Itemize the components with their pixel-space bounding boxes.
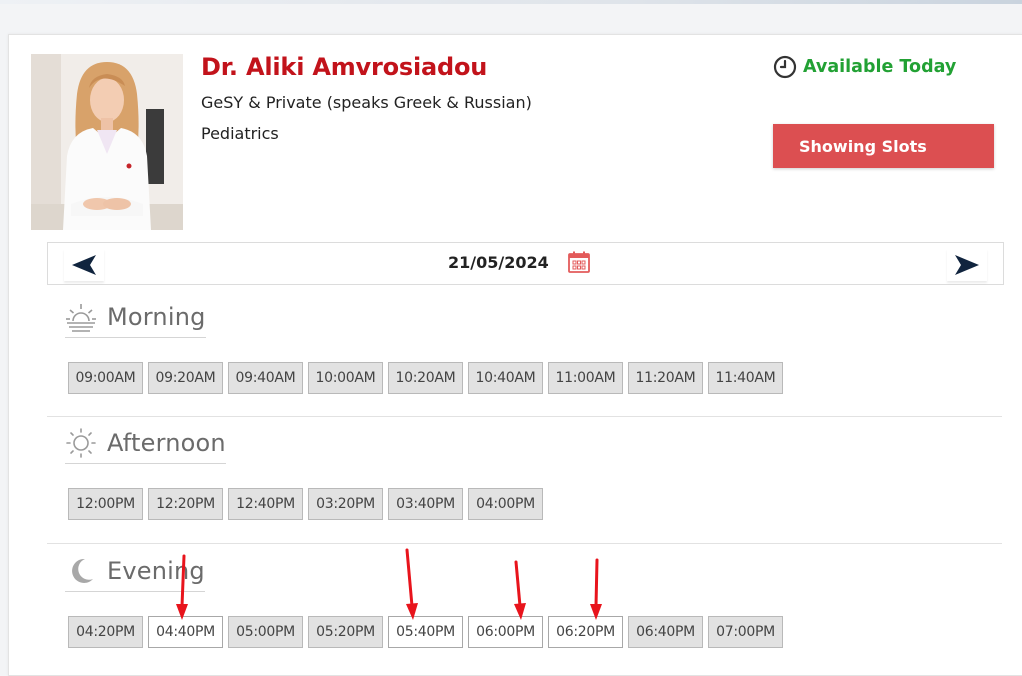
time-slot[interactable]: 04:40PM [148,616,223,648]
top-banner-strip [0,0,1022,4]
time-slot[interactable]: 09:00AM [68,362,143,394]
time-slot[interactable]: 06:00PM [468,616,543,648]
availability-status: Available Today [773,55,956,79]
time-slot[interactable]: 09:40AM [228,362,303,394]
section-divider [47,543,1002,544]
time-slot[interactable]: 06:40PM [628,616,703,648]
afternoon-slots: 12:00PM 12:20PM 12:40PM 03:20PM 03:40PM … [68,488,543,520]
afternoon-header: Afternoon [65,427,226,464]
date-navigator: 21/05/2024 [47,242,1004,285]
sun-icon [66,428,96,458]
time-slot[interactable]: 12:40PM [228,488,303,520]
time-slot[interactable]: 12:00PM [68,488,143,520]
time-slot[interactable]: 05:00PM [228,616,303,648]
time-slot[interactable]: 05:20PM [308,616,383,648]
evening-slots: 04:20PM 04:40PM 05:00PM 05:20PM 05:40PM … [68,616,783,648]
time-slot[interactable]: 05:40PM [388,616,463,648]
sunrise-icon [66,304,96,332]
availability-label: Available Today [803,57,957,77]
time-slot[interactable]: 03:20PM [308,488,383,520]
time-slot[interactable]: 03:40PM [388,488,463,520]
time-slot[interactable]: 10:00AM [308,362,383,394]
moon-icon [72,558,93,583]
doctor-insurance: GeSY & Private (speaks Greek & Russian) [201,93,532,112]
time-slot[interactable]: 04:20PM [68,616,143,648]
arrow-left-icon [72,255,96,275]
time-slot[interactable]: 06:20PM [548,616,623,648]
evening-title: Evening [107,557,205,585]
time-slot[interactable]: 11:00AM [548,362,623,394]
time-slot[interactable]: 11:40AM [708,362,783,394]
doctor-photo [31,54,183,230]
selected-date: 21/05/2024 [448,252,549,272]
morning-title: Morning [107,303,206,331]
section-divider [47,416,1002,417]
doctor-card: Dr. Aliki Amvrosiadou GeSY & Private (sp… [8,34,1022,676]
doctor-name[interactable]: Dr. Aliki Amvrosiadou [201,53,487,81]
clock-icon [773,55,797,79]
time-slot[interactable]: 12:20PM [148,488,223,520]
doctor-specialty: Pediatrics [201,124,279,143]
time-slot[interactable]: 10:40AM [468,362,543,394]
date-display: 21/05/2024 [448,250,591,274]
time-slot[interactable]: 10:20AM [388,362,463,394]
time-slot[interactable]: 09:20AM [148,362,223,394]
afternoon-title: Afternoon [107,429,226,457]
time-slot[interactable]: 04:00PM [468,488,543,520]
time-slot[interactable]: 07:00PM [708,616,783,648]
calendar-icon[interactable] [567,250,591,274]
evening-header: Evening [65,555,205,592]
time-slot[interactable]: 11:20AM [628,362,703,394]
arrow-right-icon [955,255,979,275]
next-date-button[interactable] [947,249,987,281]
morning-slots: 09:00AM 09:20AM 09:40AM 10:00AM 10:20AM … [68,362,783,394]
previous-date-button[interactable] [64,249,104,281]
morning-header: Morning [65,301,206,338]
showing-slots-button[interactable]: Showing Slots [773,124,994,168]
